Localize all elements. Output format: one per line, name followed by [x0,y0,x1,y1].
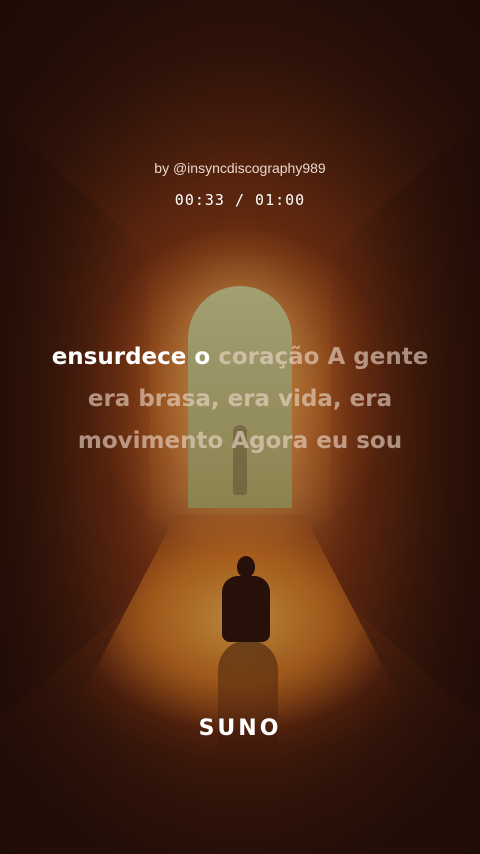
lyrics-line-1: ensurdece o coração A gente [30,336,450,378]
lyrics-line-2: era brasa, era vida, era [87,386,393,412]
lyrics-block: ensurdece o coração A gente era brasa, e… [30,336,450,462]
suno-logo: SUNO [198,716,282,741]
author-handle: by @insyncdiscography989 [154,160,326,176]
lyrics-upcoming-text: coração A gente [218,344,429,370]
playback-time: 00:33 / 01:00 [174,191,306,209]
lyrics-line-3: movimento Agora eu sou [77,428,403,454]
lyrics-sung-text: ensurdece o [51,344,211,370]
